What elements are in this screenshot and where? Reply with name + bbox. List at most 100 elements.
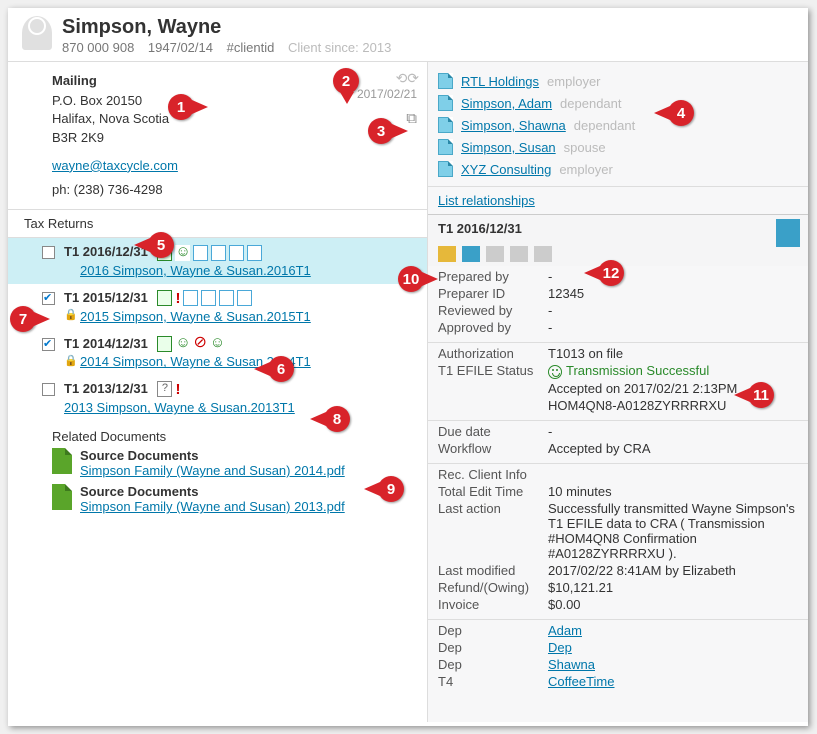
form-icon bbox=[219, 290, 234, 306]
form-icon bbox=[211, 245, 226, 261]
form-icon bbox=[193, 245, 208, 261]
return-checkbox[interactable] bbox=[42, 246, 55, 259]
doc-file-link[interactable]: Simpson Family (Wayne and Susan) 2014.pd… bbox=[80, 463, 345, 478]
label: Dep bbox=[438, 623, 548, 638]
relationship-link[interactable]: Simpson, Shawna bbox=[461, 118, 566, 133]
value: T1013 on file bbox=[548, 346, 798, 361]
doc-title: Source Documents bbox=[80, 484, 411, 499]
value: - bbox=[548, 424, 798, 439]
dep-link[interactable]: Dep bbox=[548, 640, 798, 655]
return-checkbox[interactable] bbox=[42, 292, 55, 305]
return-row[interactable]: T1 2013/12/31 ? ! 2013 Simpson, Wayne & … bbox=[8, 375, 427, 421]
return-row[interactable]: T1 2015/12/31 ! 🔒 2015 Simpson, Wayne & … bbox=[8, 284, 427, 330]
doc-icon bbox=[52, 484, 72, 510]
relationship-link[interactable]: Simpson, Adam bbox=[461, 96, 552, 111]
doc-title: Source Documents bbox=[80, 448, 411, 463]
form-icon bbox=[237, 290, 252, 306]
callout-12: 12 bbox=[598, 260, 624, 286]
callout-3: 3 bbox=[368, 118, 394, 144]
doc-row[interactable]: Source Documents Simpson Family (Wayne a… bbox=[8, 446, 427, 482]
label: Invoice bbox=[438, 597, 548, 612]
lock-icon: 🔒 bbox=[64, 354, 78, 367]
label: Authorization bbox=[438, 346, 548, 361]
callout-9: 9 bbox=[378, 476, 404, 502]
status-ok-icon bbox=[157, 290, 172, 306]
relationship-item[interactable]: Simpson, Susan spouse bbox=[438, 136, 798, 158]
return-file-link[interactable]: 2015 Simpson, Wayne & Susan.2015T1 bbox=[80, 309, 419, 324]
form-icon bbox=[183, 290, 198, 306]
relationship-item[interactable]: XYZ Consulting employer bbox=[438, 158, 798, 180]
open-folder-icon[interactable] bbox=[438, 246, 456, 262]
value: - bbox=[548, 303, 798, 318]
form-icon bbox=[247, 245, 262, 261]
date-nav: ⟲ ⟳ 2017/02/21 bbox=[357, 70, 417, 101]
smile-icon: ☺ bbox=[210, 336, 225, 352]
forbid-icon: ⊘ bbox=[193, 336, 206, 352]
callout-11: 11 bbox=[748, 382, 774, 408]
toolbar-icon[interactable] bbox=[510, 246, 528, 262]
relationship-item[interactable]: Simpson, Adam dependant bbox=[438, 92, 798, 114]
return-row[interactable]: T1 2016/12/31 ☺ 2016 Simpson, Wayne & Su… bbox=[8, 238, 427, 284]
date-nav-arrows[interactable]: ⟲ ⟳ bbox=[357, 70, 417, 87]
label: T4 bbox=[438, 674, 548, 689]
relationship-item[interactable]: RTL Holdings employer bbox=[438, 70, 798, 92]
client-birthdate: 1947/02/14 bbox=[148, 40, 213, 55]
relationship-role: employer bbox=[547, 74, 600, 89]
relationship-item[interactable]: Simpson, Shawna dependant bbox=[438, 114, 798, 136]
tax-returns-header: Tax Returns bbox=[8, 209, 427, 238]
return-status-icons: ☺ ⊘ ☺ bbox=[157, 336, 224, 352]
relationships-list: RTL Holdings employer Simpson, Adam depe… bbox=[428, 62, 808, 186]
client-since: Client since: 2013 bbox=[288, 40, 391, 55]
client-detail-window: Simpson, Wayne 870 000 908 1947/02/14 #c… bbox=[8, 8, 808, 726]
entity-icon bbox=[438, 95, 453, 111]
relationship-role: employer bbox=[559, 162, 612, 177]
return-file-link[interactable]: 2016 Simpson, Wayne & Susan.2016T1 bbox=[80, 263, 419, 278]
return-status-icons: ! bbox=[157, 290, 252, 307]
label: Reviewed by bbox=[438, 303, 548, 318]
unknown-icon: ? bbox=[157, 381, 172, 397]
return-row[interactable]: T1 2014/12/31 ☺ ⊘ ☺ 🔒 2014 Simpson, Wayn… bbox=[8, 330, 427, 376]
alert-icon: ! bbox=[175, 381, 180, 398]
relationship-link[interactable]: Simpson, Susan bbox=[461, 140, 556, 155]
callout-7: 7 bbox=[10, 306, 36, 332]
list-relationships-link[interactable]: List relationships bbox=[438, 193, 535, 208]
return-checkbox[interactable] bbox=[42, 338, 55, 351]
client-subheader: 870 000 908 1947/02/14 #clientid Client … bbox=[62, 40, 401, 55]
label: Last action bbox=[438, 501, 548, 561]
label: Prepared by bbox=[438, 269, 548, 284]
dep-link[interactable]: Shawna bbox=[548, 657, 798, 672]
dep-link[interactable]: Adam bbox=[548, 623, 798, 638]
avatar bbox=[22, 16, 52, 50]
calendar-icon[interactable] bbox=[462, 246, 480, 262]
value: 12345 bbox=[548, 286, 798, 301]
callout-4: 4 bbox=[668, 100, 694, 126]
smile-icon: ☺ bbox=[175, 245, 190, 261]
label: Rec. Client Info bbox=[438, 467, 548, 482]
relationship-role: spouse bbox=[564, 140, 606, 155]
relationship-role: dependant bbox=[560, 96, 621, 111]
contact-block: ⟲ ⟳ 2017/02/21 ⧉ Mailing P.O. Box 20150 … bbox=[8, 62, 427, 209]
relationship-link[interactable]: RTL Holdings bbox=[461, 74, 539, 89]
return-file-link[interactable]: 2013 Simpson, Wayne & Susan.2013T1 bbox=[64, 400, 419, 415]
status-ok-icon bbox=[157, 336, 172, 352]
client-name: Simpson, Wayne bbox=[62, 16, 401, 39]
auth-section: AuthorizationT1013 on file T1 EFILE Stat… bbox=[428, 343, 808, 421]
dep-link[interactable]: CoffeeTime bbox=[548, 674, 798, 689]
label: Last modified bbox=[438, 563, 548, 578]
relationship-link[interactable]: XYZ Consulting bbox=[461, 162, 551, 177]
related-docs-header: Related Documents bbox=[8, 421, 427, 446]
doc-file-link[interactable]: Simpson Family (Wayne and Susan) 2013.pd… bbox=[80, 499, 345, 514]
value: 10 minutes bbox=[548, 484, 798, 499]
toolbar-icon[interactable] bbox=[534, 246, 552, 262]
toolbar-icon[interactable] bbox=[486, 246, 504, 262]
value: 2017/02/22 8:41AM by Elizabeth bbox=[548, 563, 798, 578]
workflow-section: Due date- WorkflowAccepted by CRA bbox=[428, 421, 808, 464]
t1-file-icon bbox=[776, 219, 800, 247]
entity-icon bbox=[438, 73, 453, 89]
return-file-link[interactable]: 2014 Simpson, Wayne & Susan.2014T1 bbox=[80, 354, 419, 369]
label: Workflow bbox=[438, 441, 548, 456]
return-checkbox[interactable] bbox=[42, 383, 55, 396]
client-sin: 870 000 908 bbox=[62, 40, 134, 55]
label: Dep bbox=[438, 657, 548, 672]
email-link[interactable]: wayne@taxcycle.com bbox=[52, 158, 178, 173]
